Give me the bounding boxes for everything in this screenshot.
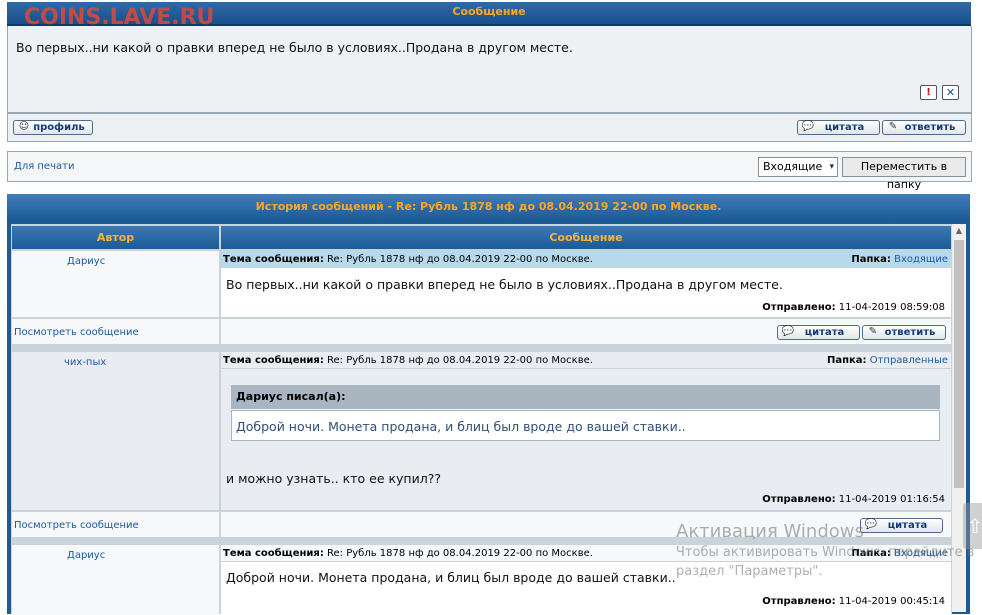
history-title: История сообщений - Re: Рубль 1878 нф до… xyxy=(255,200,722,213)
chevron-down-icon: ▾ xyxy=(829,162,834,172)
profile-button[interactable]: ☺ профиль xyxy=(13,120,93,135)
folder-select[interactable]: Входящие ▾ xyxy=(758,157,838,177)
quote-icon: 💬 xyxy=(864,519,878,530)
post-1-text: Во первых..ни какой о правки вперед не б… xyxy=(226,277,783,292)
post-2-subject: Тема сообщения: Re: Рубль 1878 нф до 08.… xyxy=(223,355,593,366)
post-3-subject: Тема сообщения: Re: Рубль 1878 нф до 08.… xyxy=(223,548,593,559)
message-title: Сообщение xyxy=(452,5,526,18)
move-to-folder-button[interactable]: Переместить в папку xyxy=(842,157,966,191)
message-body: Во первых..ни какой о правки вперед не б… xyxy=(16,40,573,55)
post-1-author[interactable]: Дариус xyxy=(67,256,105,267)
column-header-author: Автор xyxy=(12,226,219,249)
activation-line2: раздел "Параметры". xyxy=(676,564,823,579)
report-icon[interactable]: ! xyxy=(920,85,937,100)
post-2-sent: Отправлено: 11-04-2019 01:16:54 xyxy=(762,494,945,505)
post-2-text: и можно узнать.. кто ее купил?? xyxy=(226,471,441,486)
profile-icon: ☺ xyxy=(18,121,30,132)
post-2-author-cell xyxy=(12,352,219,510)
post-2-folder: Папка: Отправленные xyxy=(826,355,948,366)
post-1-author-cell xyxy=(12,251,219,317)
activation-title: Активация Windows xyxy=(676,521,864,542)
scroll-up-arrow-icon[interactable]: ▲ xyxy=(952,226,966,238)
reply-button[interactable]: ✎ ответить xyxy=(882,120,966,135)
delete-icon[interactable]: ✕ xyxy=(942,85,959,100)
post-3-text: Доброй ночи. Монета продана, и блиц был … xyxy=(226,570,676,585)
scrollbar-thumb[interactable] xyxy=(954,240,964,488)
post-3-author-cell xyxy=(12,545,219,615)
quote-icon: 💬 xyxy=(801,121,815,132)
activation-line1: Чтобы активировать Windows, перейдите в xyxy=(676,545,975,560)
quote-icon: 💬 xyxy=(781,326,795,337)
reply-icon: ✎ xyxy=(868,326,878,337)
post-1-reply-button[interactable]: ✎ ответить xyxy=(862,325,946,340)
post-2-author[interactable]: чих-пых xyxy=(64,357,106,368)
post-1-folder: Папка: Входящие xyxy=(851,254,948,265)
scroll-to-top-icon[interactable]: ⇧ xyxy=(963,503,982,549)
print-link[interactable]: Для печати xyxy=(14,161,74,172)
quote-button[interactable]: 💬 цитата xyxy=(797,120,880,135)
post-3-author[interactable]: Дариус xyxy=(67,550,105,561)
post-2-quote-header: Дариус писал(а): xyxy=(231,385,940,409)
post-1-sent: Отправлено: 11-04-2019 08:59:08 xyxy=(762,302,945,313)
column-header-message: Сообщение xyxy=(221,226,951,249)
post-2-view-link[interactable]: Посмотреть сообщение xyxy=(14,520,139,531)
history-title-bar: История сообщений - Re: Рубль 1878 нф до… xyxy=(7,194,970,220)
post-1-quote-button[interactable]: 💬 цитата xyxy=(777,325,860,340)
reply-icon: ✎ xyxy=(888,121,898,132)
post-2-quote-body: Доброй ночи. Монета продана, и блиц был … xyxy=(231,410,940,441)
post-1-view-link[interactable]: Посмотреть сообщение xyxy=(14,327,139,338)
post-2-quote-button[interactable]: 💬 цитата xyxy=(860,518,943,533)
post-3-sent: Отправлено: 11-04-2019 00:45:14 xyxy=(762,596,945,607)
post-1-subject: Тема сообщения: Re: Рубль 1878 нф до 08.… xyxy=(223,254,593,265)
